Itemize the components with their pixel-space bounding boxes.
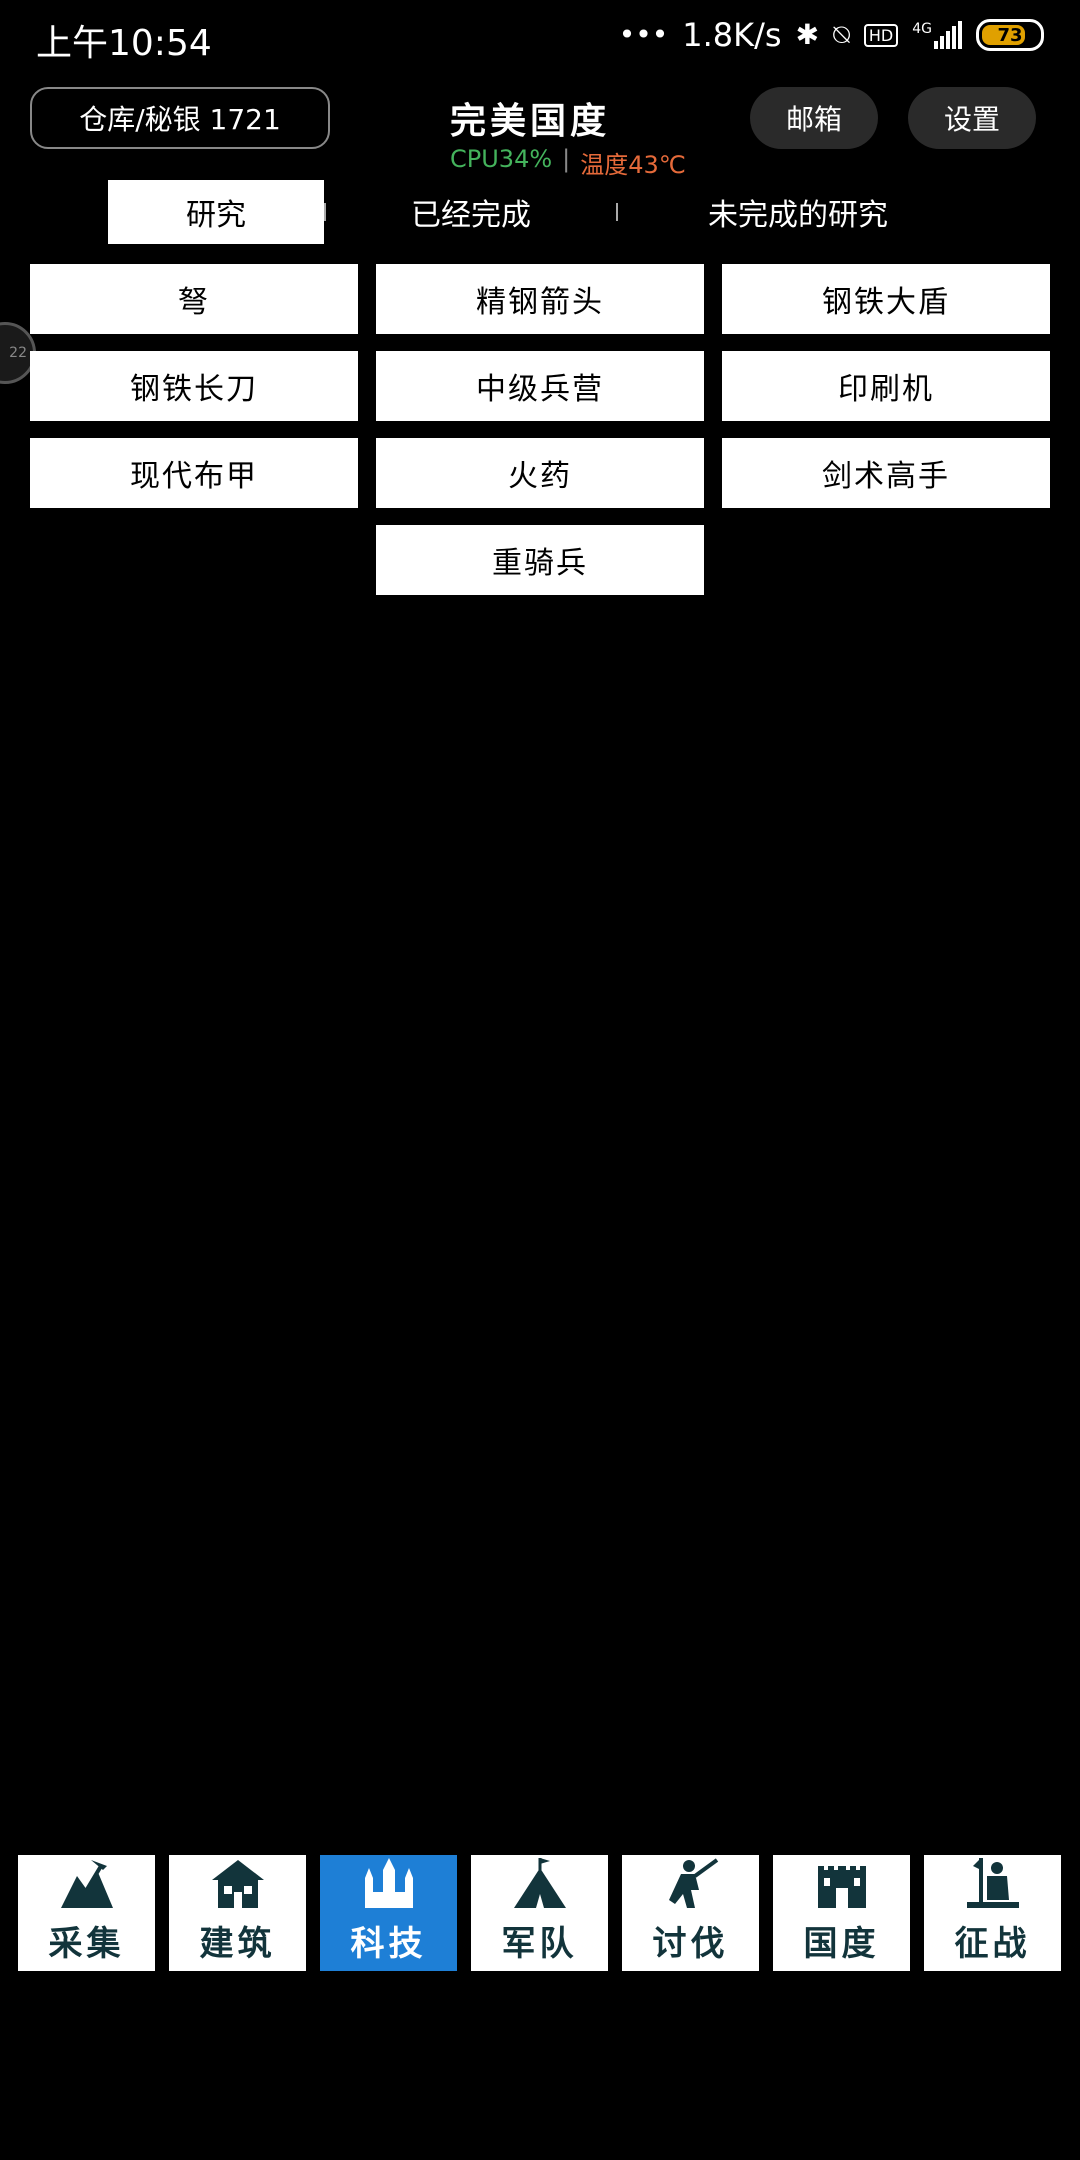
tech-icon bbox=[364, 1858, 413, 1908]
nav-building[interactable]: 建筑 bbox=[169, 1855, 306, 1971]
tab-completed[interactable]: 已经完成 bbox=[326, 180, 616, 244]
research-item[interactable]: 重骑兵 bbox=[376, 525, 704, 595]
research-item[interactable]: 现代布甲 bbox=[30, 438, 358, 508]
sysinfo-separator: | bbox=[562, 145, 571, 173]
research-item[interactable]: 剑术高手 bbox=[722, 438, 1050, 508]
research-item[interactable]: 弩 bbox=[30, 264, 358, 334]
nav-label: 国度 bbox=[803, 1924, 880, 1964]
storage-button[interactable]: 仓库/秘银 1721 bbox=[30, 87, 330, 149]
nav-label: 建筑 bbox=[199, 1924, 276, 1964]
floating-ball-text: 22 bbox=[9, 345, 27, 361]
status-bar-right: ••• 1.8K/s ✱ ⍉ HD 4G 73 bbox=[619, 16, 1044, 54]
more-dots-icon: ••• bbox=[618, 18, 669, 51]
signal-icon: 4G bbox=[912, 21, 962, 49]
nav-crusade[interactable]: 讨伐 bbox=[622, 1855, 759, 1971]
army-icon bbox=[513, 1858, 566, 1908]
conquest-icon bbox=[966, 1858, 1019, 1908]
nav-gather[interactable]: 采集 bbox=[18, 1855, 155, 1971]
building-icon bbox=[211, 1860, 264, 1908]
nav-tech[interactable]: 科技 bbox=[320, 1855, 457, 1971]
hd-badge: HD bbox=[863, 23, 899, 47]
nav-label: 采集 bbox=[48, 1924, 125, 1964]
alarm-off-icon: ⍉ bbox=[833, 18, 850, 51]
signal-type: 4G bbox=[912, 21, 932, 37]
nav-conquest[interactable]: 征战 bbox=[924, 1855, 1061, 1971]
research-item[interactable]: 印刷机 bbox=[722, 351, 1050, 421]
crusade-icon bbox=[668, 1858, 718, 1908]
research-item[interactable]: 钢铁长刀 bbox=[30, 351, 358, 421]
nav-kingdom[interactable]: 国度 bbox=[773, 1855, 910, 1971]
nav-army[interactable]: 军队 bbox=[471, 1855, 608, 1971]
nav-label: 科技 bbox=[350, 1924, 427, 1964]
mail-button[interactable]: 邮箱 bbox=[750, 87, 878, 149]
page-title: 完美国度 bbox=[449, 101, 610, 142]
bottom-nav: 采集 建筑 科技 军队 讨伐 国度 征战 bbox=[18, 1855, 1064, 1971]
research-item[interactable]: 火药 bbox=[376, 438, 704, 508]
system-info: CPU34% | 温度43℃ bbox=[450, 145, 686, 180]
net-speed: 1.8K/s bbox=[682, 16, 782, 54]
nav-label: 讨伐 bbox=[652, 1924, 729, 1964]
nav-label: 军队 bbox=[501, 1924, 578, 1964]
battery-icon: 73 bbox=[976, 19, 1044, 51]
research-tabs: 研究 已经完成 未完成的研究 bbox=[108, 180, 988, 244]
nav-label: 征战 bbox=[954, 1924, 1031, 1964]
settings-button[interactable]: 设置 bbox=[908, 87, 1036, 149]
cpu-usage: CPU34% bbox=[450, 145, 553, 173]
bluetooth-icon: ✱ bbox=[795, 18, 820, 51]
tab-unfinished[interactable]: 未完成的研究 bbox=[618, 180, 978, 244]
kingdom-icon bbox=[817, 1866, 866, 1908]
temperature: 温度43℃ bbox=[580, 151, 686, 179]
research-item[interactable]: 精钢箭头 bbox=[376, 264, 704, 334]
research-item[interactable]: 中级兵营 bbox=[376, 351, 704, 421]
battery-level: 73 bbox=[997, 24, 1023, 46]
research-item[interactable]: 钢铁大盾 bbox=[722, 264, 1050, 334]
tab-research[interactable]: 研究 bbox=[108, 180, 324, 244]
gather-icon bbox=[60, 1860, 113, 1908]
status-time: 上午10:54 bbox=[36, 23, 212, 64]
